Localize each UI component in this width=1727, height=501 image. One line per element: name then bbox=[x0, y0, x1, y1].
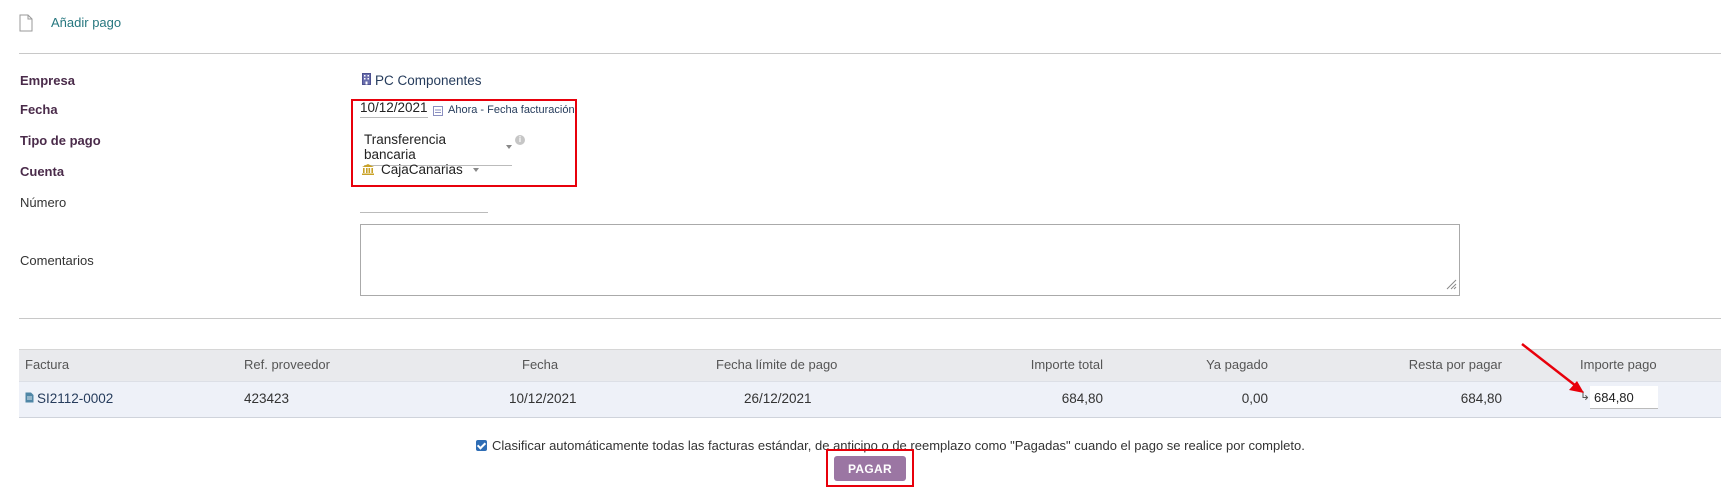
numero-label: Número bbox=[20, 195, 67, 210]
invoice-ref: SI2112-0002 bbox=[37, 391, 114, 406]
cell-ya-pagado: 0,00 bbox=[1241, 391, 1268, 406]
resize-grip-icon[interactable] bbox=[1445, 278, 1457, 293]
header-divider bbox=[19, 53, 1721, 54]
col-resta-por-pagar: Resta por pagar bbox=[1408, 357, 1502, 372]
col-fecha: Fecha bbox=[522, 357, 559, 372]
page-title[interactable]: Añadir pago bbox=[51, 15, 121, 30]
comments-textarea[interactable] bbox=[360, 224, 1460, 296]
payment-amount-input[interactable]: 684,80 bbox=[1590, 386, 1658, 409]
col-fecha-limite: Fecha límite de pago bbox=[716, 357, 838, 372]
comentarios-label: Comentarios bbox=[20, 253, 94, 268]
cell-fecha-limite: 26/12/2021 bbox=[744, 391, 812, 406]
company-name: PC Componentes bbox=[375, 73, 482, 88]
cell-fecha: 10/12/2021 bbox=[509, 391, 577, 406]
building-icon bbox=[362, 73, 371, 88]
cuenta-label: Cuenta bbox=[20, 164, 65, 179]
highlight-box-pay bbox=[826, 449, 914, 487]
col-importe-pago: Importe pago bbox=[1580, 357, 1657, 372]
col-ref-proveedor: Ref. proveedor bbox=[244, 357, 330, 372]
invoice-icon bbox=[25, 391, 34, 406]
tipo-pago-label: Tipo de pago bbox=[20, 133, 101, 148]
cell-resta-por-pagar: 684,80 bbox=[1460, 391, 1502, 406]
auto-classify-checkbox[interactable] bbox=[476, 440, 487, 451]
fecha-label: Fecha bbox=[20, 102, 58, 117]
col-factura: Factura bbox=[25, 357, 70, 372]
company-link[interactable]: PC Componentes bbox=[362, 73, 482, 88]
cell-importe-total: 684,80 bbox=[1061, 391, 1103, 406]
form-divider bbox=[19, 318, 1721, 319]
col-ya-pagado: Ya pagado bbox=[1206, 357, 1268, 372]
highlight-box-fields bbox=[351, 99, 577, 187]
annotation-arrow bbox=[1521, 343, 1584, 393]
number-input[interactable] bbox=[360, 212, 488, 213]
empresa-label: Empresa bbox=[20, 73, 75, 88]
invoice-link[interactable]: SI2112-0002 bbox=[25, 391, 113, 406]
col-importe-total: Importe total bbox=[1030, 357, 1103, 372]
cell-ref-proveedor: 423423 bbox=[244, 391, 290, 406]
document-icon bbox=[19, 14, 33, 35]
